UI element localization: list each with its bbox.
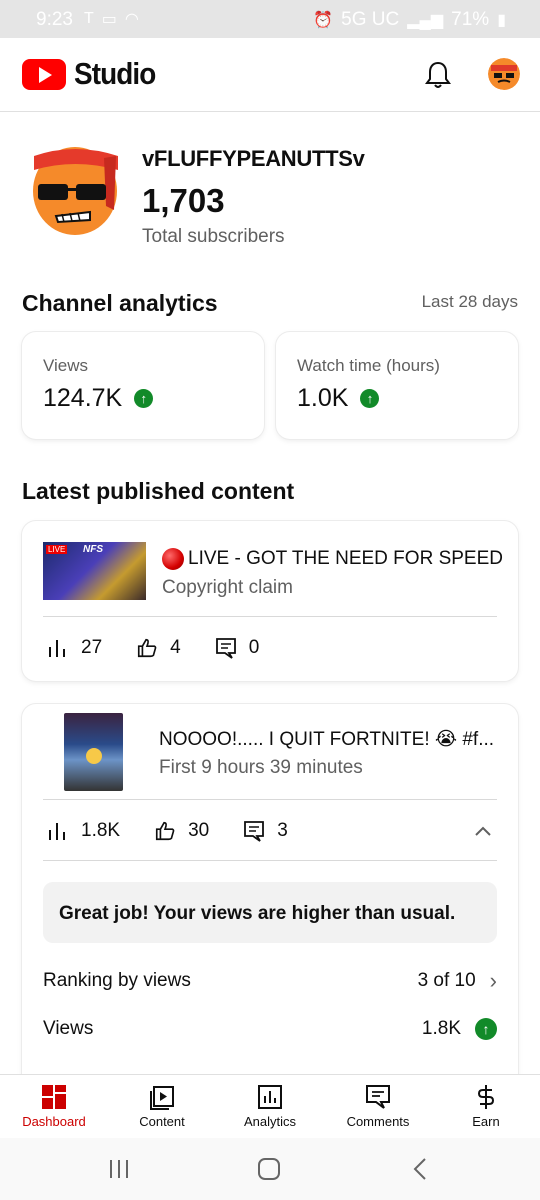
video-metrics: 1.8K 30 3 [47, 820, 322, 842]
home-icon[interactable] [256, 1156, 282, 1182]
dashboard-icon [42, 1085, 66, 1109]
views-count: 27 [81, 637, 103, 658]
studio-logo[interactable]: Studio [22, 56, 164, 92]
video-card[interactable]: LIVE NFS LIVE - GOT THE NEED FOR SPEED C… [22, 521, 518, 681]
comments-icon [366, 1085, 390, 1109]
comments-count: 0 [248, 637, 260, 658]
analytics-icon [258, 1085, 282, 1109]
stat-label: Views [43, 356, 89, 375]
red-circle-icon [162, 548, 184, 570]
stat-value: 1.0K [297, 384, 349, 412]
ranking-label: Ranking by views [43, 970, 191, 991]
analytics-period: Last 28 days [421, 292, 518, 311]
performance-message: Great job! Your views are higher than us… [43, 882, 497, 943]
video-title[interactable]: NOOOO!..... I QUIT FORTNITE! 😭 #f... [159, 728, 494, 751]
subscriber-count: 1,703 [142, 182, 225, 219]
system-navigation [0, 1138, 540, 1200]
ranking-row[interactable]: Ranking by views 3 of 10 › [43, 968, 497, 994]
nav-label: Comments [346, 1114, 410, 1129]
comments-count: 3 [277, 820, 288, 841]
comment-icon [244, 821, 265, 842]
channel-name: vFLUFFYPEANUTTSv [142, 146, 365, 171]
video-metrics: 27 4 0 [47, 637, 293, 659]
views-label: Views [43, 1018, 94, 1039]
divider [43, 860, 497, 861]
logo-text: Studio [74, 56, 156, 91]
nav-label: Analytics [243, 1114, 297, 1129]
subscriber-label: Total subscribers [142, 226, 285, 247]
trend-up-icon: ↑ [475, 1018, 497, 1040]
nav-earn[interactable]: Earn [432, 1075, 540, 1138]
ranking-value: 3 of 10 [417, 970, 476, 991]
video-thumbnail[interactable] [64, 713, 123, 791]
status-bar: 9:23 T ▭ ◠ ⏰ 5G UC ▂▄▆ 71% ▮ [0, 0, 540, 38]
emoji-icon [86, 748, 102, 764]
nav-dashboard[interactable]: Dashboard [0, 1075, 108, 1138]
views-value: 1.8K [421, 1018, 461, 1039]
back-icon[interactable] [408, 1156, 434, 1182]
live-badge: LIVE [46, 545, 68, 554]
app-header: Studio [0, 38, 540, 112]
status-time: 9:23 [36, 9, 73, 30]
battery-icon: ▮ [497, 12, 506, 29]
battery-level: 71% [451, 9, 490, 30]
channel-avatar[interactable] [30, 136, 120, 236]
views-count: 1.8K [81, 820, 121, 841]
nav-content[interactable]: Content [108, 1075, 216, 1138]
content-icon [150, 1086, 174, 1110]
alarm-icon: ⏰ [313, 12, 334, 29]
carrier-icon: T [84, 10, 94, 27]
latest-content-heading: Latest published content [22, 478, 295, 504]
youtube-logo-icon [22, 58, 66, 90]
divider [43, 799, 497, 800]
likes-count: 4 [170, 637, 181, 658]
stat-label: Watch time (hours) [297, 356, 440, 375]
account-avatar[interactable] [488, 58, 520, 90]
video-title[interactable]: LIVE - GOT THE NEED FOR SPEED [188, 548, 503, 570]
likes-count: 30 [188, 820, 210, 841]
thumbs-up-icon [138, 638, 157, 658]
dollar-icon [477, 1085, 495, 1109]
views-row: Views 1.8K ↑ [43, 1018, 497, 1040]
watch-time-stat-card[interactable]: Watch time (hours) 1.0K ↑ [276, 332, 518, 439]
signal-icon: ▂▄▆ [407, 12, 444, 29]
wifi-icon: ◠ [124, 11, 139, 28]
chevron-up-icon[interactable] [474, 822, 492, 840]
network-label: 5G UC [341, 9, 400, 30]
nav-label: Dashboard [22, 1114, 86, 1129]
nav-label: Earn [472, 1114, 500, 1129]
bottom-navigation: Dashboard Content Analytics Comments Ear… [0, 1074, 540, 1138]
trend-up-icon: ↑ [134, 389, 154, 408]
divider [43, 616, 497, 617]
comment-icon [215, 638, 236, 659]
views-bars-icon [49, 823, 65, 840]
video-card-expanded[interactable]: NOOOO!..... I QUIT FORTNITE! 😭 #f... Fir… [22, 704, 518, 1124]
chevron-right-icon: › [489, 968, 497, 993]
views-bars-icon [49, 640, 65, 657]
video-status: Copyright claim [162, 577, 293, 598]
analytics-heading: Channel analytics [22, 290, 218, 316]
thumbnail-text: NFS [83, 544, 103, 555]
video-timeframe: First 9 hours 39 minutes [159, 757, 363, 778]
thumbs-up-icon [156, 821, 175, 841]
recent-apps-icon[interactable] [106, 1156, 132, 1182]
message-icon: ▭ [101, 11, 117, 28]
stat-value: 124.7K [43, 384, 123, 412]
nav-analytics[interactable]: Analytics [216, 1075, 324, 1138]
nav-label: Content [139, 1114, 185, 1129]
trend-up-icon: ↑ [360, 389, 380, 408]
bell-icon[interactable] [424, 60, 452, 90]
nav-comments[interactable]: Comments [324, 1075, 432, 1138]
video-thumbnail[interactable]: LIVE NFS [43, 542, 146, 600]
views-stat-card[interactable]: Views 124.7K ↑ [22, 332, 264, 439]
